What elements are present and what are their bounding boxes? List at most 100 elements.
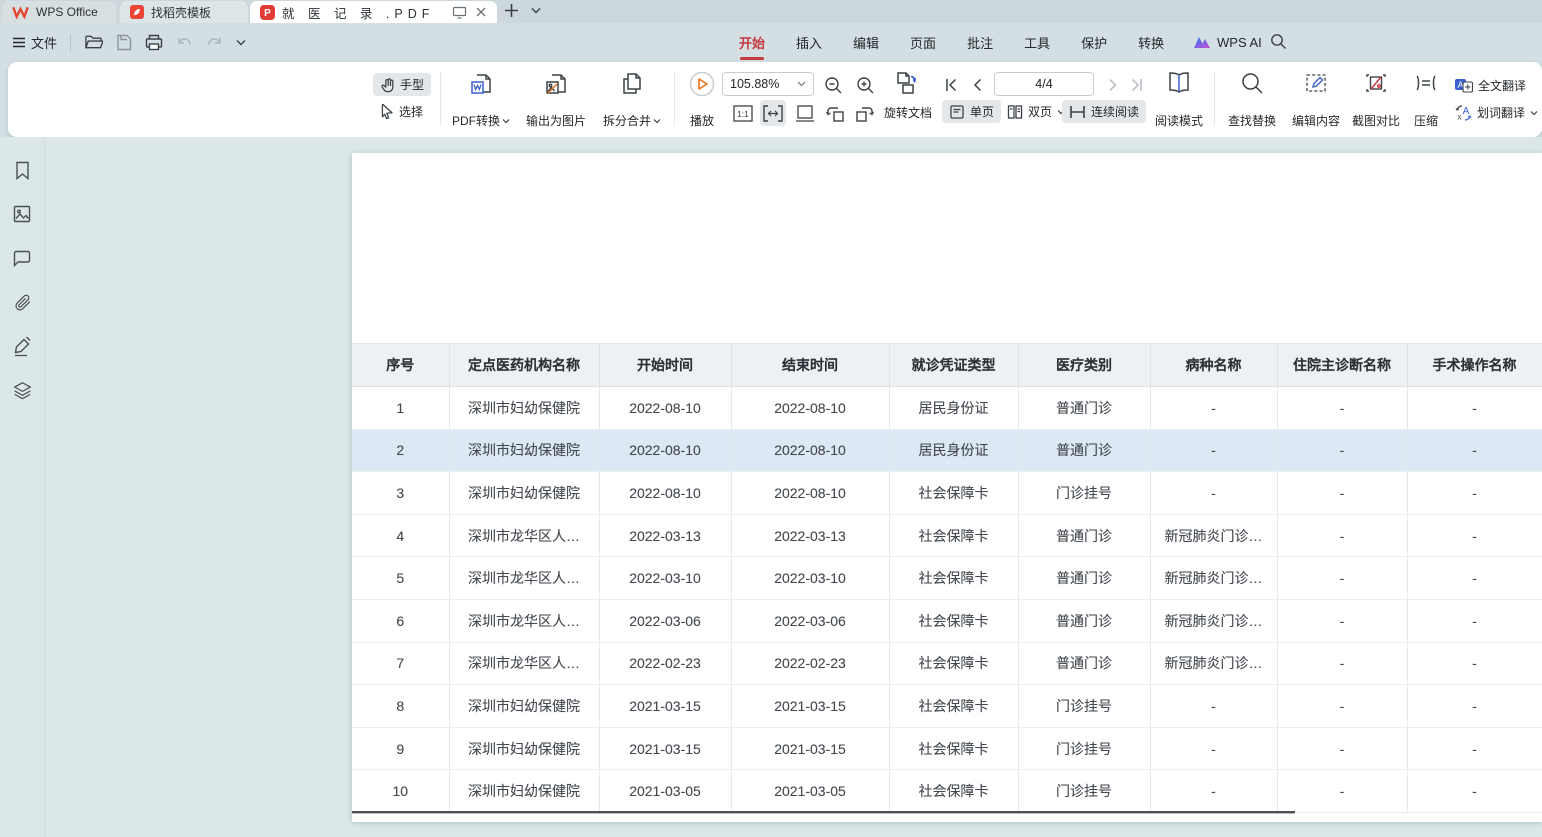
table-cell: - bbox=[1150, 387, 1277, 430]
double-page-icon bbox=[1007, 104, 1023, 120]
read-mode-button[interactable]: 阅读模式 bbox=[1150, 71, 1208, 129]
table-cell: 2021-03-15 bbox=[731, 685, 889, 728]
table-row: 7深圳市龙华区人…2022-02-232022-02-23社会保障卡普通门诊新冠… bbox=[352, 642, 1542, 685]
table-cell: 深圳市妇幼保健院 bbox=[449, 429, 599, 472]
table-cell: 2022-03-06 bbox=[599, 599, 731, 642]
table-header-cell: 定点医药机构名称 bbox=[449, 344, 599, 387]
wps-logo-icon bbox=[12, 5, 29, 19]
screenshot-compare-button[interactable]: 截图对比 bbox=[1346, 71, 1406, 129]
signature-pen-icon[interactable] bbox=[12, 335, 32, 357]
table-cell: 普通门诊 bbox=[1018, 387, 1150, 430]
table-cell: 门诊挂号 bbox=[1018, 727, 1150, 770]
word-translate-button[interactable]: Ax 划词翻译 bbox=[1448, 101, 1542, 124]
next-page-button[interactable] bbox=[1100, 72, 1126, 98]
fit-page-button[interactable] bbox=[792, 100, 818, 126]
save-icon[interactable] bbox=[116, 34, 132, 51]
menu-search-icon[interactable] bbox=[1270, 33, 1287, 50]
tab-wps-home[interactable]: WPS Office bbox=[2, 1, 116, 23]
new-tab-icon[interactable] bbox=[504, 3, 519, 18]
export-image-button[interactable]: 输出为图片 bbox=[520, 71, 592, 129]
actual-size-button[interactable]: 1:1 bbox=[730, 100, 756, 126]
table-cell: 深圳市龙华区人… bbox=[449, 642, 599, 685]
file-menu-button[interactable]: 文件 bbox=[12, 33, 57, 52]
undo-history-chevron-icon[interactable] bbox=[236, 39, 246, 46]
chevron-down-icon bbox=[502, 118, 510, 124]
find-replace-button[interactable]: 查找替换 bbox=[1222, 71, 1282, 129]
table-row: 4深圳市龙华区人…2022-03-132022-03-13社会保障卡普通门诊新冠… bbox=[352, 514, 1542, 557]
zoom-in-button[interactable] bbox=[852, 72, 878, 98]
previous-page-button[interactable] bbox=[964, 72, 990, 98]
menu-item-1[interactable]: 插入 bbox=[795, 29, 823, 56]
tab-list-chevron-icon[interactable] bbox=[531, 7, 541, 14]
print-icon[interactable] bbox=[145, 34, 163, 51]
tab-docer-templates[interactable]: 找稻壳模板 bbox=[120, 1, 248, 23]
menu-item-2[interactable]: 编辑 bbox=[852, 29, 880, 56]
open-file-icon[interactable] bbox=[84, 34, 103, 51]
bookmark-icon[interactable] bbox=[12, 159, 32, 181]
chevron-down-icon bbox=[1530, 110, 1538, 116]
rotate-left-button[interactable] bbox=[822, 100, 848, 126]
layers-icon[interactable] bbox=[12, 379, 32, 401]
table-cell: 社会保障卡 bbox=[889, 727, 1018, 770]
close-tab-icon[interactable] bbox=[475, 6, 487, 18]
fit-width-button[interactable] bbox=[760, 100, 786, 126]
single-page-button[interactable]: 单页 bbox=[942, 100, 1001, 123]
table-row: 6深圳市龙华区人…2022-03-062022-03-06社会保障卡普通门诊新冠… bbox=[352, 599, 1542, 642]
table-cell: 新冠肺炎门诊… bbox=[1150, 514, 1277, 557]
fit-page-refresh-button[interactable] bbox=[894, 70, 920, 96]
rotate-doc-label[interactable]: 旋转文档 bbox=[884, 104, 932, 121]
redo-icon[interactable] bbox=[206, 35, 223, 50]
play-icon bbox=[689, 71, 715, 97]
zoom-level-select[interactable]: 105.88% bbox=[722, 72, 814, 96]
compress-button[interactable]: 压缩 bbox=[1406, 71, 1446, 129]
play-button[interactable]: 播放 bbox=[680, 71, 724, 129]
continuous-read-icon bbox=[1069, 104, 1086, 120]
pdf-convert-button[interactable]: PDF转换 bbox=[448, 71, 514, 129]
full-translate-button[interactable]: A 全文翻译 bbox=[1448, 74, 1533, 97]
pdf-convert-icon bbox=[469, 71, 493, 97]
comment-icon[interactable] bbox=[12, 247, 32, 269]
table-cell: 社会保障卡 bbox=[889, 599, 1018, 642]
table-cell: 深圳市龙华区人… bbox=[449, 514, 599, 557]
table-cell: 深圳市妇幼保健院 bbox=[449, 685, 599, 728]
separator bbox=[70, 34, 71, 52]
continuous-read-button[interactable]: 连续阅读 bbox=[1062, 100, 1146, 123]
table-cell: - bbox=[1277, 429, 1407, 472]
table-header-cell: 手术操作名称 bbox=[1407, 344, 1542, 387]
wps-ai-button[interactable]: WPS AI bbox=[1193, 23, 1262, 62]
attachment-icon[interactable] bbox=[12, 291, 32, 313]
compress-icon bbox=[1413, 71, 1439, 95]
menu-item-3[interactable]: 页面 bbox=[909, 29, 937, 56]
table-cell: 深圳市龙华区人… bbox=[449, 557, 599, 600]
thumbnail-image-icon[interactable] bbox=[12, 203, 32, 225]
pdf-page[interactable]: 序号定点医药机构名称开始时间结束时间就诊凭证类型医疗类别病种名称住院主诊断名称手… bbox=[352, 153, 1542, 822]
page-number-input[interactable]: 4/4 bbox=[994, 72, 1094, 96]
table-cell: - bbox=[1277, 557, 1407, 600]
table-header-row: 序号定点医药机构名称开始时间结束时间就诊凭证类型医疗类别病种名称住院主诊断名称手… bbox=[352, 344, 1542, 387]
edit-pencil-icon bbox=[1304, 71, 1328, 95]
menu-item-6[interactable]: 保护 bbox=[1080, 29, 1108, 56]
present-mode-icon[interactable] bbox=[452, 6, 467, 19]
undo-icon[interactable] bbox=[176, 35, 193, 50]
menu-item-4[interactable]: 批注 bbox=[966, 29, 994, 56]
zoom-out-button[interactable] bbox=[820, 72, 846, 98]
last-page-button[interactable] bbox=[1124, 72, 1150, 98]
pdf-file-icon: P bbox=[260, 5, 275, 20]
table-cell: 社会保障卡 bbox=[889, 642, 1018, 685]
hand-tool-button[interactable]: 手型 bbox=[373, 73, 431, 96]
split-merge-button[interactable]: 拆分合并 bbox=[596, 71, 668, 129]
menu-item-0[interactable]: 开始 bbox=[738, 29, 766, 56]
edit-content-button[interactable]: 编辑内容 bbox=[1286, 71, 1346, 129]
table-row: 3深圳市妇幼保健院2022-08-102022-08-10社会保障卡门诊挂号--… bbox=[352, 472, 1542, 515]
table-header-cell: 医疗类别 bbox=[1018, 344, 1150, 387]
tab-document-active[interactable]: P 就 医 记 录 .PDF bbox=[250, 1, 497, 23]
table-cell: - bbox=[1407, 685, 1542, 728]
table-header-cell: 结束时间 bbox=[731, 344, 889, 387]
menu-item-5[interactable]: 工具 bbox=[1023, 29, 1051, 56]
menu-item-7[interactable]: 转换 bbox=[1137, 29, 1165, 56]
rotate-right-button[interactable] bbox=[852, 100, 878, 126]
table-cell: - bbox=[1407, 387, 1542, 430]
first-page-button[interactable] bbox=[938, 72, 964, 98]
table-row: 10深圳市妇幼保健院2021-03-052021-03-05社会保障卡门诊挂号-… bbox=[352, 770, 1542, 813]
select-tool-button[interactable]: 选择 bbox=[373, 100, 430, 123]
